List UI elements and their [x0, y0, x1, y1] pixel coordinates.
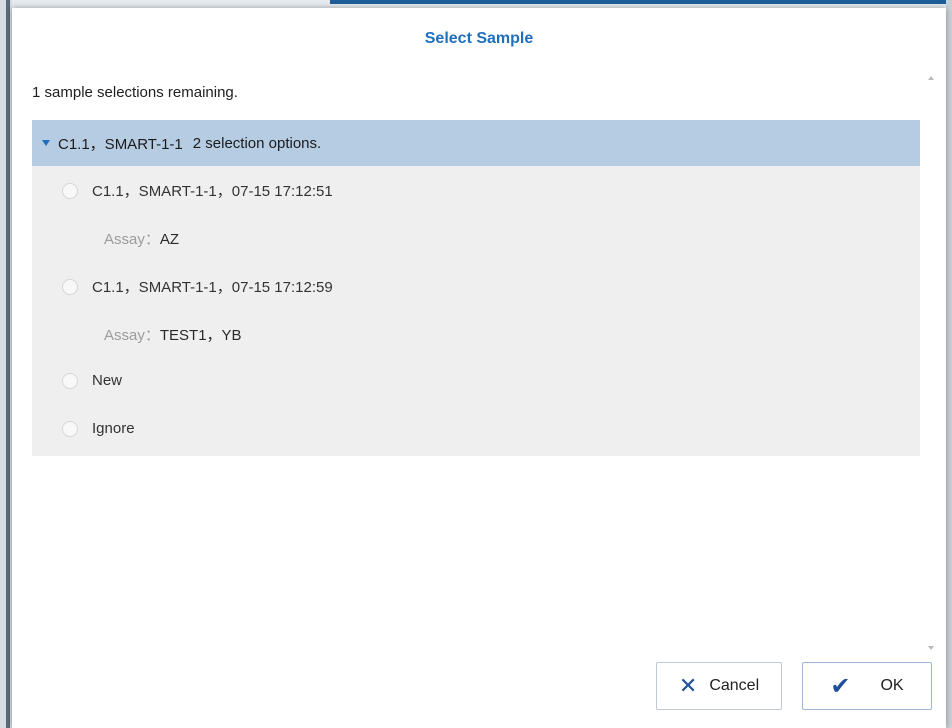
screen: Select Sample 1 sample selections remain…	[0, 0, 952, 728]
x-icon: ✕	[678, 673, 698, 698]
sample-group-name: C1.1，SMART-1-1	[58, 135, 183, 153]
assay-line: Assay：TEST1，YB	[104, 324, 242, 345]
expand-triangle-icon[interactable]	[42, 140, 50, 146]
option-row[interactable]: C1.1，SMART-1-1，07-15 17:12:59	[62, 276, 333, 297]
assay-key: Assay：	[104, 231, 160, 248]
scroll-up-icon[interactable]	[928, 76, 934, 80]
check-icon: ✔	[830, 672, 851, 700]
assay-line: Assay：AZ	[104, 228, 179, 249]
option-row[interactable]: C1.1，SMART-1-1，07-15 17:12:51	[62, 180, 333, 201]
scroll-down-icon[interactable]	[928, 646, 934, 650]
selection-options-count: 2 selection options.	[192, 134, 322, 152]
background-app-accent	[330, 0, 952, 4]
assay-key: Assay：	[104, 327, 160, 344]
option-row-new[interactable]: New	[62, 372, 122, 389]
assay-value: AZ	[159, 231, 180, 248]
assay-value: TEST1，YB	[159, 327, 242, 344]
option-row-ignore[interactable]: Ignore	[62, 420, 135, 437]
radio-button[interactable]	[62, 420, 78, 437]
remaining-selections-text: 1 sample selections remaining.	[32, 84, 238, 101]
sample-group-options: C1.1，SMART-1-1，07-15 17:12:51 Assay：AZ C…	[32, 166, 920, 456]
background-app-right	[946, 0, 952, 728]
option-label: C1.1，SMART-1-1，07-15 17:12:51	[92, 183, 333, 200]
cancel-button[interactable]: ✕ Cancel	[656, 662, 782, 710]
radio-button[interactable]	[62, 372, 78, 389]
radio-button[interactable]	[62, 278, 78, 295]
sample-selection-list: C1.1，SMART-1-1 2 selection options. C1.1…	[32, 112, 920, 662]
ok-button-label: OK	[880, 677, 904, 694]
dialog-title: Select Sample	[424, 30, 534, 47]
vertical-scrollbar[interactable]	[926, 72, 936, 654]
radio-button[interactable]	[62, 182, 78, 199]
sample-group-header[interactable]: C1.1，SMART-1-1 2 selection options.	[32, 120, 920, 166]
option-label: New	[92, 372, 123, 389]
cancel-button-label: Cancel	[709, 677, 760, 694]
option-label: C1.1，SMART-1-1，07-15 17:12:59	[92, 279, 333, 296]
option-label: Ignore	[92, 420, 135, 437]
ok-button[interactable]: ✔ OK	[802, 662, 932, 710]
background-app-left-line	[6, 0, 10, 728]
select-sample-dialog: Select Sample 1 sample selections remain…	[12, 8, 946, 728]
